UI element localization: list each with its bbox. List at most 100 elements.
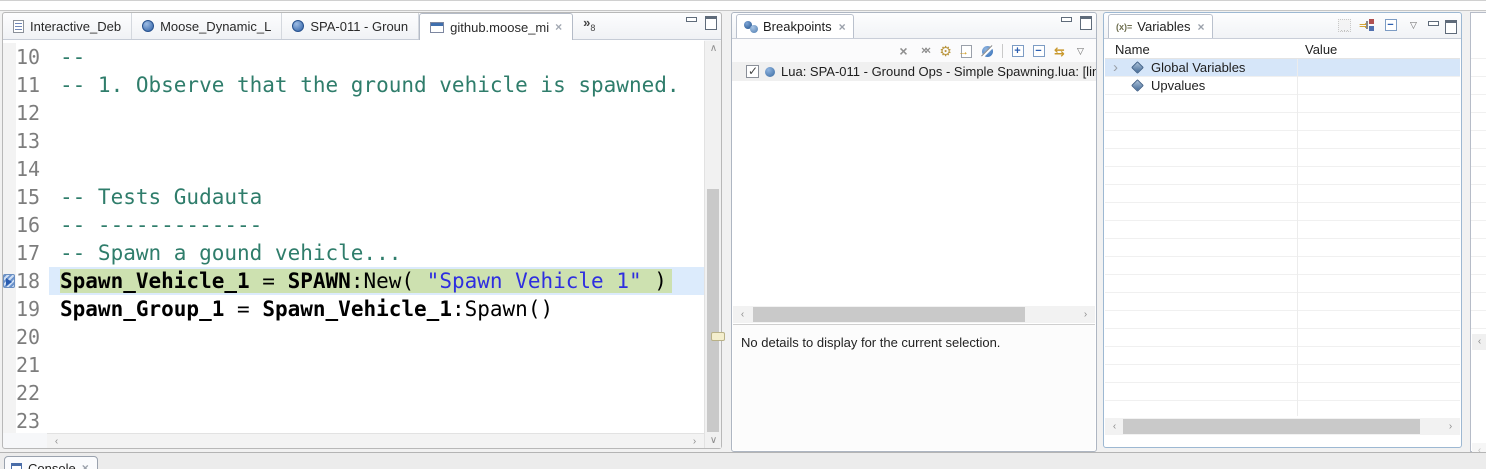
code-line-21[interactable]: 21 — [3, 351, 704, 379]
tab-variables[interactable]: (x)= Variables × — [1108, 14, 1213, 38]
variable-row-global-variables[interactable]: ›Global Variables — [1105, 59, 1460, 77]
annotation-ruler[interactable] — [3, 99, 16, 127]
column-value[interactable]: Value — [1297, 40, 1337, 58]
breakpoint-item[interactable]: Lua: SPA-011 - Ground Ops - Simple Spawn… — [732, 62, 1096, 81]
code-line-22[interactable]: 22 — [3, 379, 704, 407]
code-line-16[interactable]: 16-- ------------- — [3, 211, 704, 239]
skip-all-breakpoints-icon[interactable] — [978, 42, 997, 60]
code-line-10[interactable]: 10-- — [3, 43, 704, 71]
filter-breakpoints-icon[interactable]: ⚙ — [936, 42, 955, 60]
editor-horizontal-scrollbar[interactable]: ‹ › — [47, 433, 704, 448]
maximize-breakpoints-button[interactable] — [1079, 16, 1092, 27]
editor-tab-overflow[interactable]: »8 — [573, 13, 601, 39]
code-text[interactable]: -- Tests Gudauta — [49, 183, 704, 211]
close-icon[interactable]: × — [839, 20, 846, 34]
code-text[interactable] — [49, 155, 704, 183]
collapse-all-icon[interactable]: − — [1381, 16, 1400, 34]
maximize-editor-button[interactable] — [704, 16, 717, 27]
column-name[interactable]: Name — [1105, 40, 1297, 58]
close-icon[interactable]: × — [1198, 20, 1205, 34]
code-text[interactable] — [49, 351, 704, 379]
editor-vertical-scrollbar[interactable]: ∧ ∨ — [704, 41, 721, 448]
horizontal-scroll-thumb[interactable] — [1123, 419, 1420, 434]
code-text[interactable] — [49, 99, 704, 127]
link-with-debug-view-icon[interactable]: ⇆ — [1050, 42, 1069, 60]
remove-all-breakpoints-icon[interactable]: ×× — [915, 42, 934, 60]
show-logical-structure-icon[interactable]: ⇒ — [1358, 16, 1377, 34]
code-line-12[interactable]: 12 — [3, 99, 704, 127]
editor-tab-SPA-011 - Groun[interactable]: SPA-011 - Groun — [282, 13, 419, 39]
close-icon[interactable]: × — [555, 20, 562, 34]
editor-tab-Moose_Dynamic_L[interactable]: Moose_Dynamic_L — [132, 13, 282, 39]
scroll-down-icon[interactable]: ∨ — [705, 433, 722, 448]
scroll-left-icon[interactable]: ‹ — [735, 306, 750, 323]
minimize-editor-button[interactable] — [685, 16, 698, 27]
code-text[interactable] — [49, 407, 704, 433]
scroll-right-icon[interactable]: › — [1078, 306, 1093, 323]
expand-all-icon[interactable]: + — [1008, 42, 1027, 60]
code-text[interactable]: -- Spawn a gound vehicle... — [49, 239, 704, 267]
collapse-all-icon[interactable]: − — [1029, 42, 1048, 60]
code-line-18[interactable]: 18Spawn_Vehicle_1 = SPAWN:New( "Spawn Ve… — [3, 267, 704, 295]
code-text[interactable]: Spawn_Group_1 = Spawn_Vehicle_1:Spawn() — [49, 295, 704, 323]
maximize-variables-button[interactable] — [1444, 20, 1457, 31]
expand-chevron-icon[interactable]: › — [1113, 59, 1118, 77]
code-text[interactable]: -- — [49, 43, 704, 71]
remove-breakpoint-icon[interactable]: × — [894, 42, 913, 60]
variable-row-upvalues[interactable]: Upvalues — [1105, 77, 1460, 95]
show-type-names-icon[interactable] — [1335, 16, 1354, 34]
goto-file-for-breakpoint-icon[interactable] — [957, 42, 976, 60]
minimize-variables-button[interactable] — [1427, 20, 1440, 31]
annotation-ruler[interactable] — [3, 407, 16, 433]
scroll-left-icon[interactable]: ‹ — [49, 434, 64, 449]
tab-console[interactable]: Console × — [4, 456, 98, 469]
code-text[interactable] — [49, 127, 704, 155]
code-line-23[interactable]: 23 — [3, 407, 704, 433]
annotation-ruler[interactable] — [3, 379, 16, 407]
editor-tab-Interactive_Deb[interactable]: Interactive_Deb — [3, 13, 132, 39]
code-line-19[interactable]: 19Spawn_Group_1 = Spawn_Vehicle_1:Spawn(… — [3, 295, 704, 323]
annotation-ruler[interactable] — [3, 323, 16, 351]
code-text[interactable] — [49, 323, 704, 351]
minimize-breakpoints-button[interactable] — [1060, 16, 1073, 27]
breakpoints-horizontal-scrollbar[interactable]: ‹ › — [733, 306, 1095, 323]
code-text[interactable]: -- 1. Observe that the ground vehicle is… — [49, 71, 704, 99]
scroll-right-icon[interactable]: › — [687, 434, 702, 449]
code-text[interactable]: Spawn_Vehicle_1 = SPAWN:New( "Spawn Vehi… — [49, 267, 704, 295]
vertical-scroll-thumb[interactable] — [707, 189, 719, 432]
sash-grip[interactable] — [711, 332, 725, 341]
horizontal-scroll-thumb[interactable] — [753, 307, 1025, 322]
code-line-13[interactable]: 13 — [3, 127, 704, 155]
close-icon[interactable]: × — [82, 461, 89, 469]
code-line-15[interactable]: 15-- Tests Gudauta — [3, 183, 704, 211]
variables-table[interactable]: Name Value ›Global VariablesUpvalues — [1105, 40, 1460, 416]
annotation-ruler[interactable] — [3, 295, 16, 323]
annotation-ruler[interactable] — [3, 127, 16, 155]
tab-breakpoints[interactable]: Breakpoints × — [736, 14, 854, 38]
scroll-left-icon[interactable]: ‹ — [1472, 334, 1486, 350]
code-line-17[interactable]: 17-- Spawn a gound vehicle... — [3, 239, 704, 267]
scroll-up-icon[interactable]: ∧ — [705, 41, 722, 56]
variables-column-header[interactable]: Name Value — [1105, 40, 1460, 59]
code-line-20[interactable]: 20 — [3, 323, 704, 351]
view-menu-icon[interactable]: ▽ — [1071, 42, 1090, 60]
scroll-right-icon[interactable]: › — [1443, 418, 1458, 435]
annotation-ruler[interactable] — [3, 239, 16, 267]
annotation-ruler[interactable] — [3, 351, 16, 379]
code-text[interactable]: -- ------------- — [49, 211, 704, 239]
scroll-left-icon[interactable]: ‹ — [1107, 418, 1122, 435]
view-menu-icon[interactable]: ▽ — [1404, 16, 1423, 34]
annotation-ruler[interactable] — [3, 211, 16, 239]
code-editor[interactable]: 10--11-- 1. Observe that the ground vehi… — [3, 40, 704, 433]
breakpoint-checkbox[interactable] — [746, 65, 759, 78]
annotation-ruler[interactable] — [3, 155, 16, 183]
annotation-ruler[interactable] — [3, 71, 16, 99]
annotation-ruler[interactable] — [3, 267, 16, 295]
variables-horizontal-scrollbar[interactable]: ‹ › — [1105, 418, 1460, 435]
code-line-11[interactable]: 11-- 1. Observe that the ground vehicle … — [3, 71, 704, 99]
annotation-ruler[interactable] — [3, 183, 16, 211]
annotation-ruler[interactable] — [3, 43, 16, 71]
code-line-14[interactable]: 14 — [3, 155, 704, 183]
code-text[interactable] — [49, 379, 704, 407]
editor-tab-github.moose_mi[interactable]: github.moose_mi× — [419, 13, 573, 40]
